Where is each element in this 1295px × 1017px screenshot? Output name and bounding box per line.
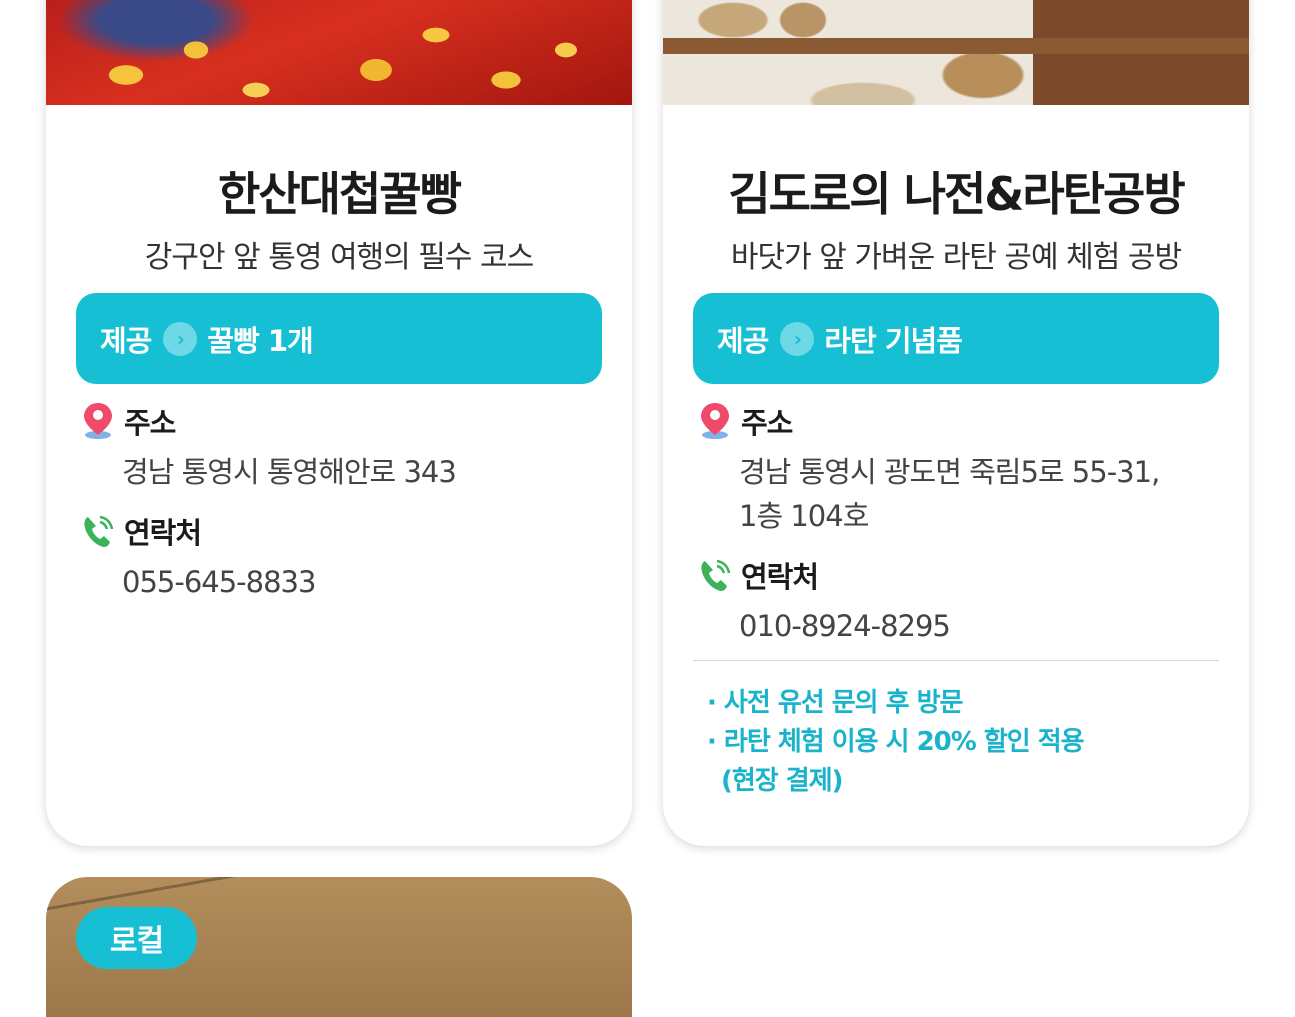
store-title: 김도로의 나전&라탄공방: [728, 167, 1185, 221]
address-label-row: 주소: [697, 400, 793, 442]
address-value: 경남 통영시 통영해안로 343: [122, 450, 457, 494]
phone-number[interactable]: 055-645-8833: [122, 560, 316, 604]
provide-bar: 제공 › 꿀빵 1개: [76, 293, 602, 384]
store-card-3[interactable]: 로컬: [46, 877, 632, 1017]
notes: · 사전 유선 문의 후 방문 · 라탄 체험 이용 시 20% 할인 적용 (…: [707, 684, 1085, 801]
map-pin-icon: [84, 403, 112, 439]
provide-item: 꿀빵 1개: [207, 323, 313, 358]
address-label: 주소: [124, 406, 176, 440]
divider: [693, 660, 1219, 661]
store-subtitle: 바닷가 앞 가벼운 라탄 공예 체험 공방: [730, 240, 1182, 275]
address-line: 1층 104호: [739, 499, 869, 533]
phone-icon: [84, 515, 114, 547]
address-label-row: 주소: [80, 400, 176, 442]
address-value: 경남 통영시 광도면 죽림5로 55-31, 1층 104호: [739, 450, 1160, 538]
contact-label: 연락처: [124, 516, 202, 550]
contact-label: 연락처: [741, 560, 819, 594]
provide-label: 제공: [100, 323, 152, 358]
phone-number[interactable]: 010-8924-8295: [739, 604, 951, 648]
chevron-right-icon: ›: [163, 321, 198, 356]
note-item: · 사전 유선 문의 후 방문: [707, 688, 963, 718]
store-card-1[interactable]: 한산대첩꿀빵 강구안 앞 통영 여행의 필수 코스 제공 › 꿀빵 1개 주소 …: [46, 0, 632, 846]
phone-icon: [701, 559, 731, 591]
provide-label: 제공: [717, 323, 769, 358]
contact-label-row: 연락처: [697, 554, 819, 596]
chevron-right-icon: ›: [780, 321, 815, 356]
note-item: · 라탄 체험 이용 시 20% 할인 적용: [707, 727, 1085, 757]
store-card-2[interactable]: 김도로의 나전&라탄공방 바닷가 앞 가벼운 라탄 공예 체험 공방 제공 › …: [663, 0, 1249, 846]
store-title: 한산대첩꿀빵: [218, 167, 462, 221]
store-image: [663, 0, 1249, 105]
address-line: 경남 통영시 통영해안로 343: [122, 455, 457, 489]
provide-bar: 제공 › 라탄 기념품: [693, 293, 1219, 384]
address-label: 주소: [741, 406, 793, 440]
store-image: [46, 0, 632, 105]
provide-item: 라탄 기념품: [824, 323, 962, 358]
address-line: 경남 통영시 광도면 죽림5로 55-31,: [739, 455, 1160, 489]
category-badge: 로컬: [76, 907, 197, 969]
contact-label-row: 연락처: [80, 510, 202, 552]
store-subtitle: 강구안 앞 통영 여행의 필수 코스: [144, 240, 534, 275]
note-item: (현장 결제): [721, 766, 843, 796]
map-pin-icon: [701, 403, 729, 439]
